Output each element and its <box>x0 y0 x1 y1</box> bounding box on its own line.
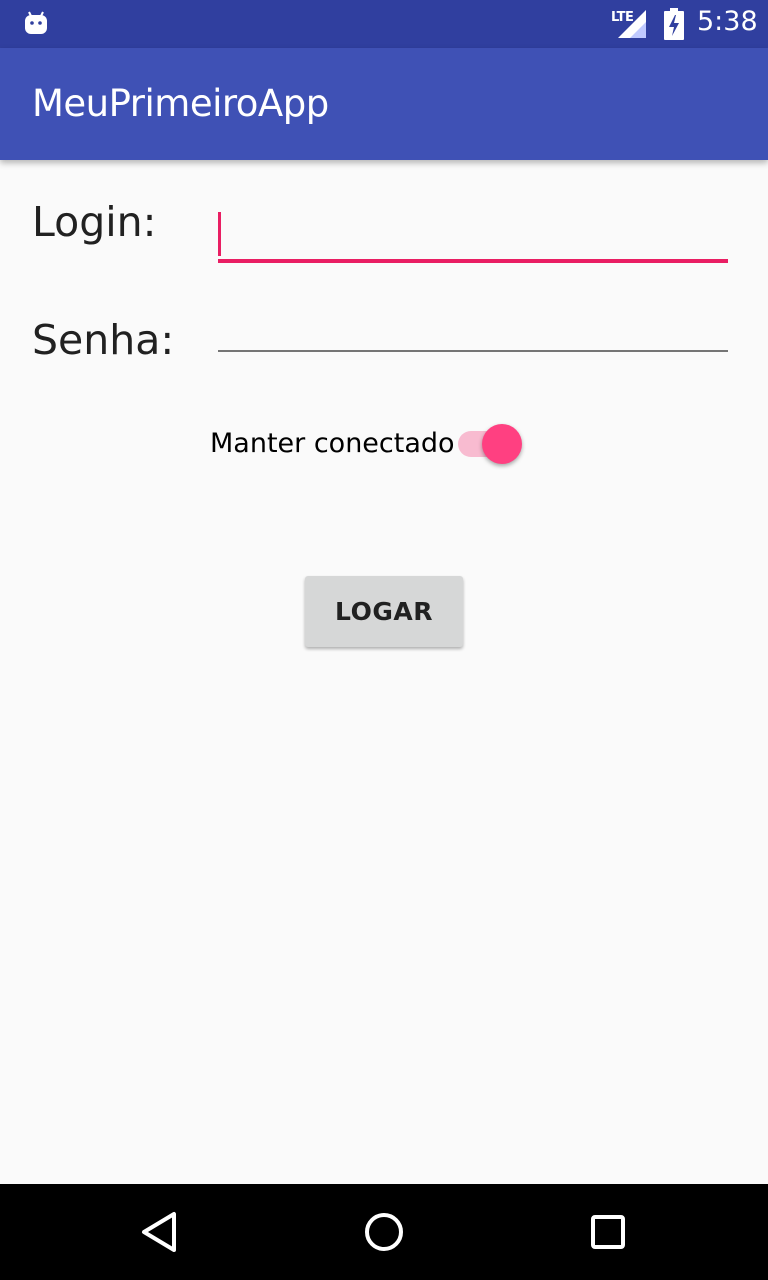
keep-connected-label: Manter conectado <box>210 428 455 459</box>
network-type: LTE <box>611 10 634 25</box>
app-title: MeuPrimeiroApp <box>32 82 329 125</box>
home-icon[interactable] <box>360 1208 408 1256</box>
switch-thumb <box>482 424 522 464</box>
senha-input[interactable] <box>218 306 728 352</box>
android-icon <box>25 11 47 34</box>
recents-icon[interactable] <box>584 1208 632 1256</box>
status-bar: LTE 5:38 <box>0 0 768 48</box>
back-icon[interactable] <box>136 1208 184 1256</box>
screen: LTE 5:38 MeuPrimeiroApp Login: Senha: Ma… <box>0 0 768 1280</box>
app-bar: MeuPrimeiroApp <box>0 48 768 160</box>
senha-label: Senha: <box>32 316 175 364</box>
text-cursor <box>218 212 221 256</box>
battery-charging-icon <box>664 8 684 40</box>
logar-button[interactable]: LOGAR <box>305 576 463 647</box>
login-label: Login: <box>32 198 157 246</box>
keep-connected-switch[interactable] <box>458 422 526 466</box>
status-time: 5:38 <box>697 6 758 37</box>
login-input[interactable] <box>218 206 728 263</box>
navigation-bar <box>0 1184 768 1280</box>
